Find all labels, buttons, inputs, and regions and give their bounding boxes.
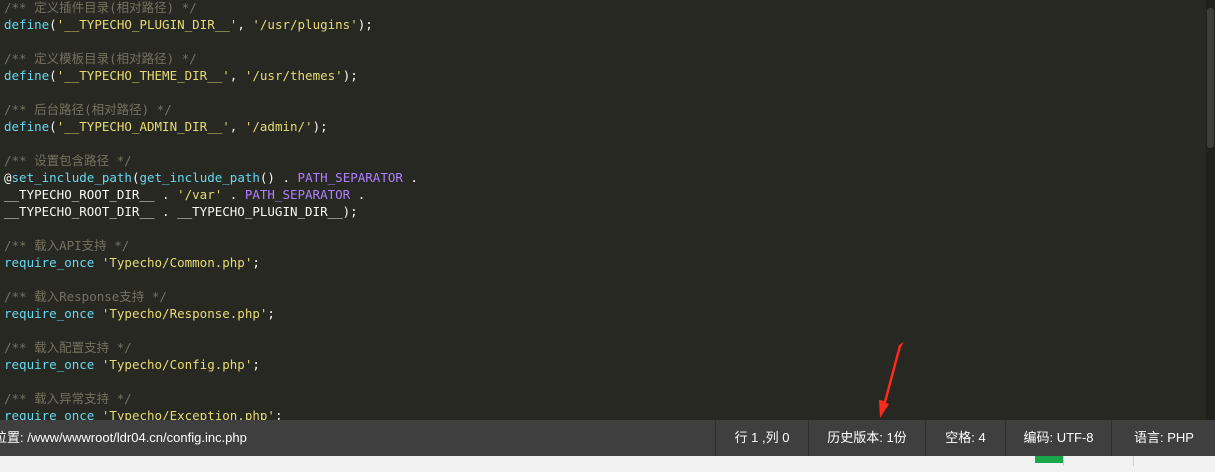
annotation-arrow-icon [879,342,904,418]
